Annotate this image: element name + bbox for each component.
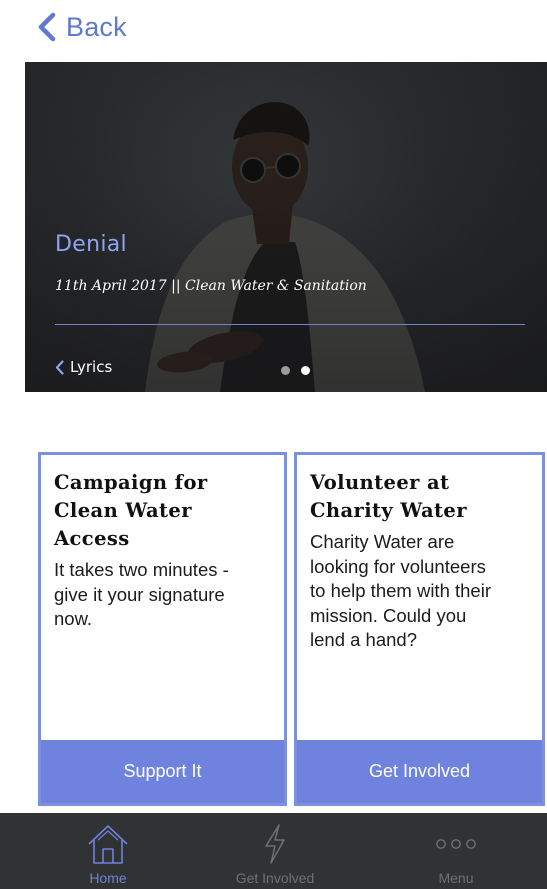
- tab-get-involved-label: Get Involved: [235, 870, 315, 886]
- campaign-card: Campaign for Clean Water Access It takes…: [38, 452, 287, 806]
- tab-home[interactable]: Home: [60, 813, 156, 889]
- pagination-dot-1[interactable]: [281, 366, 290, 375]
- hero-subtitle: 11th April 2017 || Clean Water & Sanitat…: [55, 278, 367, 294]
- back-button[interactable]: Back: [36, 10, 127, 44]
- tab-bar: Home Get Involved Menu: [0, 813, 547, 889]
- card-title-line: Access: [54, 527, 130, 550]
- card-text-line: Charity Water are: [310, 531, 455, 552]
- tab-home-label: Home: [89, 870, 127, 886]
- tab-menu[interactable]: Menu: [408, 813, 504, 889]
- card-text-line: mission. Could you: [310, 604, 467, 626]
- card-body: Campaign for Clean Water Access It takes…: [54, 469, 274, 632]
- get-involved-button[interactable]: Get Involved: [297, 740, 542, 803]
- card-title: Campaign for Clean Water Access: [54, 469, 274, 553]
- lyrics-label: Lyrics: [70, 358, 113, 376]
- card-title-line: Campaign for: [54, 471, 208, 494]
- card-title-line: Volunteer at: [310, 471, 450, 494]
- lyrics-button[interactable]: Lyrics: [55, 358, 112, 376]
- card-text-line: now.: [54, 608, 93, 629]
- tab-get-involved[interactable]: Get Involved: [210, 813, 340, 889]
- tab-menu-label: Menu: [438, 870, 474, 886]
- more-dots-icon: [436, 839, 476, 849]
- card-text-line: lend a hand?: [310, 629, 417, 650]
- chevron-left-icon: [38, 12, 56, 42]
- card-text-line: looking for volunteers: [310, 555, 486, 577]
- card-title-line: Charity Water: [310, 499, 467, 522]
- hero-overlay: [25, 62, 547, 392]
- carousel-pagination: [281, 366, 310, 375]
- support-it-button[interactable]: Support It: [41, 740, 284, 803]
- card-description: Charity Water are looking for volunteers…: [310, 530, 532, 653]
- card-title: Volunteer at Charity Water: [310, 469, 532, 525]
- card-text-line: to help them with their: [310, 580, 491, 601]
- hero-divider: [55, 324, 525, 325]
- chevron-left-icon: [55, 359, 64, 375]
- house-icon: [88, 825, 128, 864]
- hero-title: Denial: [55, 232, 127, 257]
- hero-carousel[interactable]: Denial 11th April 2017 || Clean Water & …: [25, 62, 547, 392]
- card-title-line: Clean Water: [54, 499, 192, 522]
- pagination-dot-2[interactable]: [301, 366, 310, 375]
- card-description: It takes two minutes - give it your sign…: [54, 558, 274, 632]
- card-body: Volunteer at Charity Water Charity Water…: [310, 469, 532, 653]
- card-text-line: give it your signature: [54, 583, 225, 605]
- volunteer-card: Volunteer at Charity Water Charity Water…: [294, 452, 545, 806]
- lightning-icon: [265, 824, 285, 864]
- card-text-line: It takes two minutes -: [54, 559, 229, 580]
- back-label: Back: [66, 11, 127, 42]
